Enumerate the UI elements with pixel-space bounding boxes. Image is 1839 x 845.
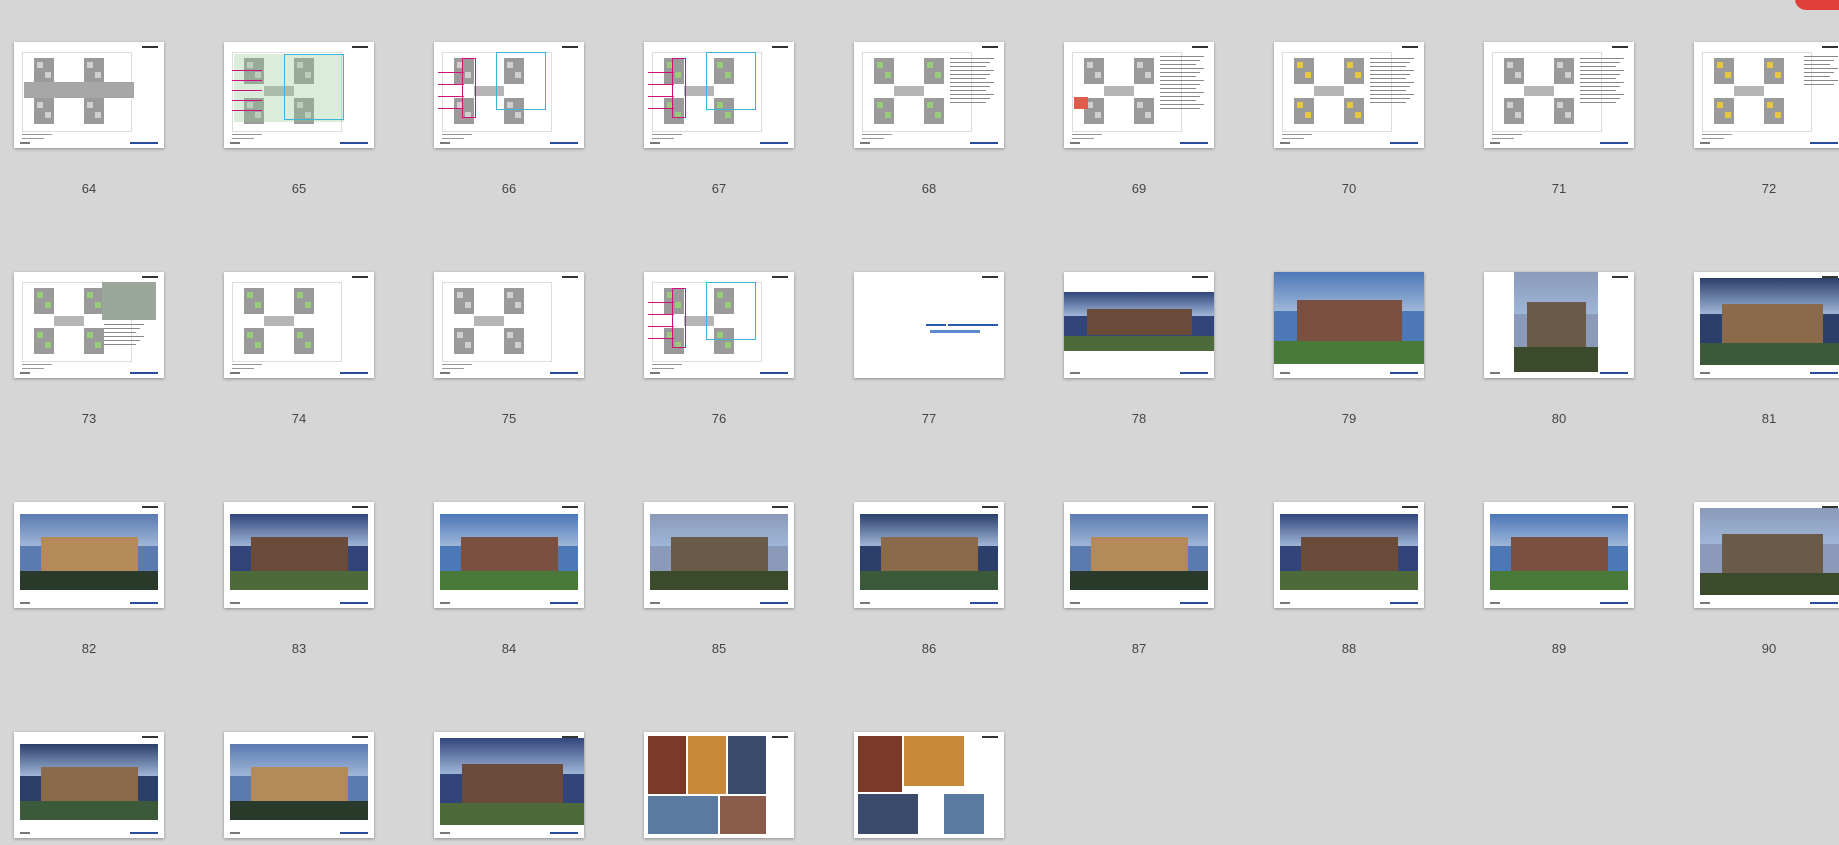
page-thumbnail[interactable]	[224, 502, 374, 608]
page-thumbnail[interactable]	[14, 732, 164, 838]
page-number-label: 66	[501, 181, 517, 196]
page-thumbnail[interactable]	[1064, 42, 1214, 148]
page-number-label: 89	[1551, 641, 1567, 656]
page-thumbnail[interactable]	[1484, 272, 1634, 378]
page-thumbnail[interactable]	[14, 502, 164, 608]
page-number-label: 65	[291, 181, 307, 196]
page-thumbnail[interactable]	[1694, 42, 1839, 148]
page-thumbnail[interactable]	[434, 272, 584, 378]
page-number-label: 80	[1551, 411, 1567, 426]
page-thumbnail[interactable]	[854, 502, 1004, 608]
page-number-label: 83	[291, 641, 307, 656]
page-thumbnail[interactable]	[1064, 502, 1214, 608]
notification-badge[interactable]	[1795, 0, 1839, 10]
page-thumbnail[interactable]	[644, 732, 794, 838]
page-thumbnail[interactable]	[1064, 272, 1214, 378]
page-thumbnail[interactable]	[1484, 502, 1634, 608]
page-thumbnail[interactable]	[854, 272, 1004, 378]
page-thumbnail[interactable]	[854, 732, 1004, 838]
page-number-label: 85	[711, 641, 727, 656]
page-number-label: 82	[81, 641, 97, 656]
page-thumbnail[interactable]	[1694, 272, 1839, 378]
page-number-label: 64	[81, 181, 97, 196]
thumbnail-grid: 64 65 66 67 68 69 70 71 72 73 74 75 76 77 78 79 80 81 82 83…	[0, 0, 1839, 845]
page-number-label: 71	[1551, 181, 1567, 196]
page-thumbnail[interactable]	[14, 42, 164, 148]
page-thumbnail[interactable]	[1274, 42, 1424, 148]
page-thumbnail[interactable]	[1484, 42, 1634, 148]
page-number-label: 88	[1341, 641, 1357, 656]
page-thumbnail[interactable]	[1274, 502, 1424, 608]
page-thumbnail[interactable]	[434, 732, 584, 838]
page-thumbnail[interactable]	[434, 502, 584, 608]
page-number-label: 84	[501, 641, 517, 656]
page-thumbnail[interactable]	[14, 272, 164, 378]
page-number-label: 79	[1341, 411, 1357, 426]
page-thumbnail[interactable]	[854, 42, 1004, 148]
page-number-label: 73	[81, 411, 97, 426]
page-thumbnail[interactable]	[224, 732, 374, 838]
page-thumbnail[interactable]	[644, 502, 794, 608]
page-thumbnail[interactable]	[434, 42, 584, 148]
page-thumbnail[interactable]	[644, 42, 794, 148]
page-number-label: 67	[711, 181, 727, 196]
page-number-label: 90	[1761, 641, 1777, 656]
page-number-label: 74	[291, 411, 307, 426]
page-number-label: 69	[1131, 181, 1147, 196]
page-number-label: 77	[921, 411, 937, 426]
page-number-label: 76	[711, 411, 727, 426]
page-number-label: 81	[1761, 411, 1777, 426]
page-number-label: 72	[1761, 181, 1777, 196]
page-thumbnail[interactable]	[644, 272, 794, 378]
page-number-label: 75	[501, 411, 517, 426]
page-number-label: 78	[1131, 411, 1147, 426]
page-thumbnail[interactable]	[1694, 502, 1839, 608]
page-number-label: 87	[1131, 641, 1147, 656]
page-number-label: 68	[921, 181, 937, 196]
page-number-label: 86	[921, 641, 937, 656]
page-thumbnail[interactable]	[224, 272, 374, 378]
page-thumbnail[interactable]	[224, 42, 374, 148]
page-thumbnail[interactable]	[1274, 272, 1424, 378]
page-number-label: 70	[1341, 181, 1357, 196]
